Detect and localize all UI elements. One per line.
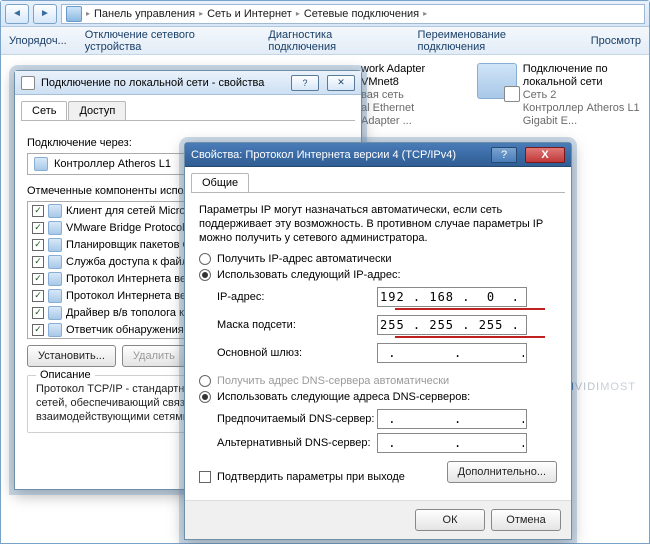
toolbar-organize[interactable]: Упорядоч... [9, 35, 67, 47]
toolbar-view[interactable]: Просмотр [591, 35, 641, 47]
chevron-right-icon: ▸ [86, 9, 90, 18]
chevron-right-icon: ▸ [199, 9, 203, 18]
component-icon [48, 272, 62, 286]
component-icon [48, 306, 62, 320]
nav-back-button[interactable]: ◄ [5, 4, 29, 24]
nav-forward-button[interactable]: ► [33, 4, 57, 24]
component-icon [48, 204, 62, 218]
radio-icon [199, 253, 211, 265]
ip-address-input[interactable] [377, 287, 527, 307]
component-icon [48, 323, 62, 337]
component-icon [48, 255, 62, 269]
window-icon [21, 76, 35, 90]
adapter-sub: Сеть 2 [523, 89, 641, 102]
radio-manual-dns[interactable]: Использовать следующие адреса DNS-сервер… [199, 391, 557, 403]
alternate-dns-label: Альтернативный DNS-сервер: [217, 437, 377, 449]
tab-access[interactable]: Доступ [68, 101, 126, 120]
cancel-button[interactable]: Отмена [491, 509, 561, 531]
checkbox-icon[interactable]: ✓ [32, 307, 44, 319]
radio-auto-ip[interactable]: Получить IP-адрес автоматически [199, 253, 557, 265]
ip-address-label: IP-адрес: [217, 291, 377, 303]
adapter-name: Контроллер Atheros L1 [54, 158, 171, 170]
preferred-dns-label: Предпочитаемый DNS-сервер: [217, 413, 377, 425]
radio-auto-dns: Получить адрес DNS-сервера автоматически [199, 375, 557, 387]
chevron-right-icon: ▸ [423, 9, 427, 18]
dialog-title: Подключение по локальной сети - свойства [41, 77, 264, 89]
network-adapter-icon [477, 63, 517, 99]
checkbox-icon [199, 471, 211, 483]
checkbox-icon[interactable]: ✓ [32, 239, 44, 251]
component-icon [48, 289, 62, 303]
network-adapter-icon [34, 157, 48, 171]
gateway-label: Основной шлюз: [217, 347, 377, 359]
radio-icon [199, 375, 211, 387]
close-button[interactable]: ✕ [327, 75, 355, 91]
explorer-addressbar: ◄ ► ▸ Панель управления ▸ Сеть и Интерне… [1, 1, 649, 27]
adapter-sub: вая сеть [361, 89, 447, 102]
alternate-dns-input[interactable] [377, 433, 527, 453]
install-button[interactable]: Установить... [27, 345, 116, 367]
highlight-underline [395, 308, 545, 310]
preferred-dns-input[interactable] [377, 409, 527, 429]
tabs: Сеть Доступ [21, 101, 355, 121]
close-button[interactable]: X [525, 147, 565, 163]
highlight-underline [395, 336, 545, 338]
checkbox-icon[interactable]: ✓ [32, 290, 44, 302]
adapter-title: Подключение по локальной сети [523, 63, 641, 89]
advanced-button[interactable]: Дополнительно... [447, 461, 557, 483]
radio-icon [199, 391, 211, 403]
tcpip-properties-dialog: Свойства: Протокол Интернета версии 4 (T… [184, 142, 572, 540]
uninstall-button: Удалить [122, 345, 186, 367]
checkbox-icon[interactable]: ✓ [32, 273, 44, 285]
checkbox-icon[interactable]: ✓ [32, 205, 44, 217]
checkbox-icon[interactable]: ✓ [32, 256, 44, 268]
info-paragraph: Параметры IP могут назначаться автоматич… [199, 203, 557, 245]
crumb[interactable]: Сетевые подключения [304, 8, 419, 20]
toolbar-disable[interactable]: Отключение сетевого устройства [85, 29, 251, 53]
tab-general[interactable]: Общие [191, 173, 249, 192]
breadcrumb[interactable]: ▸ Панель управления ▸ Сеть и Интернет ▸ … [61, 4, 645, 24]
toolbar-diagnose[interactable]: Диагностика подключения [268, 29, 399, 53]
radio-icon [199, 269, 211, 281]
explorer-toolbar: Упорядоч... Отключение сетевого устройст… [1, 27, 649, 55]
dialog-title: Свойства: Протокол Интернета версии 4 (T… [191, 149, 456, 161]
tab-network[interactable]: Сеть [21, 101, 67, 120]
ok-button[interactable]: ОК [415, 509, 485, 531]
confirm-on-exit-checkbox[interactable]: Подтвердить параметры при выходе [199, 471, 405, 483]
subnet-mask-input[interactable] [377, 315, 527, 335]
component-icon [48, 221, 62, 235]
subnet-mask-label: Маска подсети: [217, 319, 377, 331]
adapter-title: work Adapter VMnet8 [361, 63, 447, 89]
adapter-item[interactable]: Подключение по локальной сети Сеть 2 Кон… [477, 63, 641, 128]
toolbar-rename[interactable]: Переименование подключения [418, 29, 573, 53]
checkbox-icon[interactable]: ✓ [32, 324, 44, 336]
radio-manual-ip[interactable]: Использовать следующий IP-адрес: [199, 269, 557, 281]
chevron-right-icon: ▸ [296, 9, 300, 18]
gateway-input[interactable] [377, 343, 527, 363]
adapter-sub: Контроллер Atheros L1 Gigabit E... [523, 102, 641, 128]
adapter-item[interactable]: work Adapter VMnet8 вая сеть al Ethernet… [361, 63, 447, 128]
help-button[interactable]: ? [491, 147, 517, 163]
component-icon [48, 238, 62, 252]
dialog-titlebar[interactable]: Свойства: Протокол Интернета версии 4 (T… [185, 143, 571, 167]
dialog-titlebar[interactable]: Подключение по локальной сети - свойства… [15, 71, 361, 95]
adapter-sub: al Ethernet Adapter ... [361, 102, 447, 128]
help-button[interactable]: ? [291, 75, 319, 91]
crumb[interactable]: Панель управления [94, 8, 195, 20]
group-title: Описание [36, 369, 95, 381]
tabs: Общие [191, 173, 565, 193]
checkbox-icon[interactable]: ✓ [32, 222, 44, 234]
network-icon [66, 6, 82, 22]
crumb[interactable]: Сеть и Интернет [207, 8, 292, 20]
